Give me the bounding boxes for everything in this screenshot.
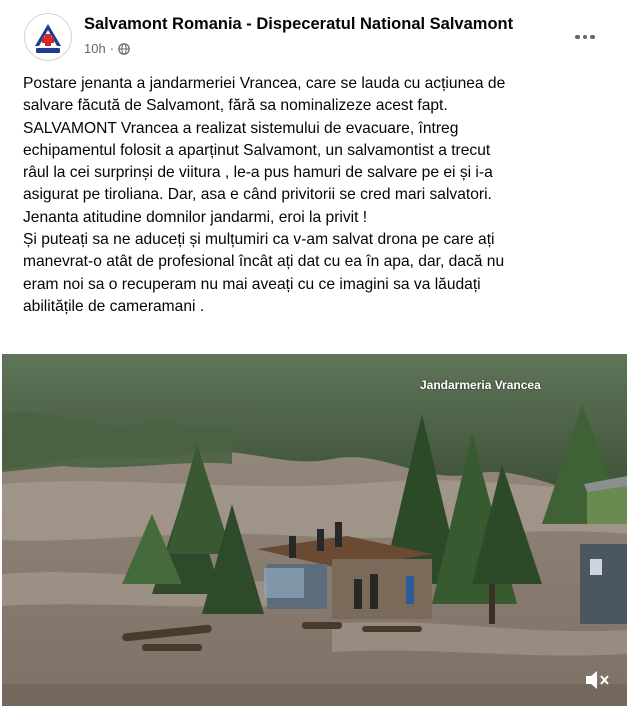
post-line: asigurat pe tiroliana. Dar, asa e când p… <box>23 186 492 204</box>
post-message: Postare jenanta a jandarmeriei Vrancea, … <box>23 73 618 318</box>
meta-separator: · <box>109 41 115 56</box>
post-line: SALVAMONT Vrancea a realizat sistemului … <box>23 119 459 137</box>
video-watermark: Jandarmeria Vrancea <box>420 378 541 392</box>
video-player[interactable]: Jandarmeria Vrancea <box>2 354 627 706</box>
post-line: manevrat-o atât de profesional încât ați… <box>23 253 505 271</box>
post-line: eram noi sa o recuperam nu mai aveați cu… <box>23 275 481 293</box>
post-line: abilitățile de cameramani . <box>23 297 205 315</box>
post-line: salvare făcută de Salvamont, fără sa nom… <box>23 97 448 115</box>
more-options-icon[interactable] <box>570 26 600 48</box>
post-header: Salvamont Romania - Dispeceratul Nationa… <box>0 0 627 66</box>
salvamont-logo <box>26 15 70 59</box>
post-line: echipamentul folosit a aparținut Salvamo… <box>23 141 491 159</box>
muted-speaker-icon[interactable] <box>580 666 612 694</box>
post-line: Postare jenanta a jandarmeriei Vrancea, … <box>23 75 506 92</box>
page-name-link[interactable]: Salvamont Romania - Dispeceratul Nationa… <box>84 15 513 34</box>
post-line: râul la cei surprinși de viitura , le-a … <box>23 164 493 182</box>
flood-scene-image <box>2 354 627 706</box>
post-line: Jenanta atitudine domnilor jandarmi, ero… <box>23 208 368 226</box>
page-avatar[interactable] <box>24 13 72 61</box>
post-line: Și puteați sa ne aduceți și mulțumiri ca… <box>23 231 495 249</box>
post-time-link[interactable]: 10h <box>84 41 106 56</box>
globe-icon[interactable] <box>118 42 130 55</box>
post-meta: 10h · <box>84 41 130 56</box>
